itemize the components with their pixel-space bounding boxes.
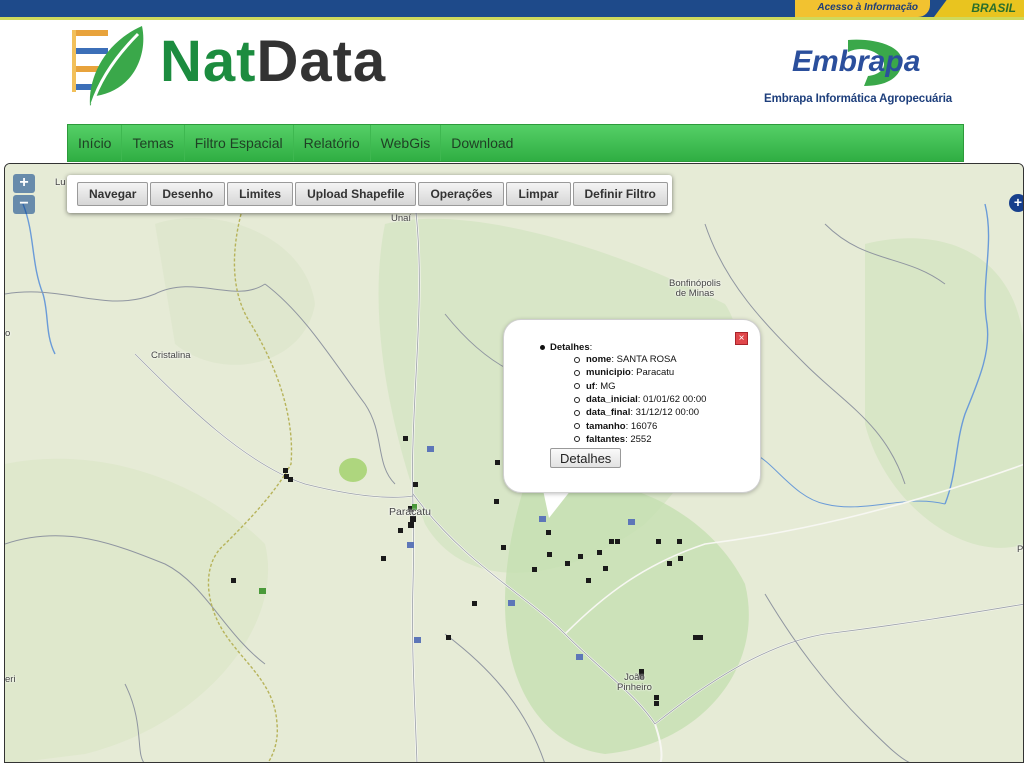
place-label-unai: Unaí — [391, 213, 412, 224]
station-popup: × Detalhes: nome: SANTA ROSA municipio: … — [503, 319, 761, 493]
field-data-inicial: data_inicial: 01/01/62 00:00 — [574, 393, 706, 406]
popup-title-colon: : — [589, 342, 593, 353]
field-key: municipio — [586, 367, 631, 379]
nav-webgis[interactable]: WebGis — [371, 125, 442, 161]
title-nat: Nat — [160, 29, 257, 94]
place-label-o: o — [5, 328, 11, 339]
acesso-informacao-link[interactable]: Acesso à Informação — [795, 0, 930, 17]
nav-relatorio[interactable]: Relatório — [294, 125, 371, 161]
main-nav: Início Temas Filtro Espacial Relatório W… — [67, 124, 964, 162]
nav-download[interactable]: Download — [441, 125, 523, 161]
popup-title-row: Detalhes: — [540, 342, 706, 353]
popup-detalhes-button[interactable]: Detalhes — [550, 448, 622, 468]
limites-button[interactable]: Limites — [227, 182, 294, 206]
natdata-title: NatData — [160, 28, 386, 95]
place-label-lu: Lu — [55, 177, 66, 188]
popup-field-list: nome: SANTA ROSA municipio: Paracatu uf:… — [574, 353, 706, 446]
place-label-joao-pinheiro: João Pinheiro — [617, 672, 652, 693]
popup-details-list: Detalhes: nome: SANTA ROSA municipio: Pa… — [540, 342, 706, 446]
place-label-bonfinopolis: Bonfinópolis de Minas — [669, 278, 721, 299]
field-key: nome — [586, 354, 612, 366]
title-data: Data — [256, 29, 387, 94]
field-municipio: municipio: Paracatu — [574, 366, 706, 379]
field-data-final: data_final: 31/12/12 00:00 — [574, 406, 706, 419]
field-nome: nome: SANTA ROSA — [574, 353, 706, 366]
field-key: tamanho — [586, 420, 626, 432]
embrapa-logo[interactable]: Embrapa — [790, 38, 930, 88]
brasil-link[interactable]: BRASIL — [934, 0, 1024, 17]
gov-top-bar: Acesso à Informação BRASIL — [0, 0, 1024, 20]
nav-temas[interactable]: Temas — [122, 125, 185, 161]
zoom-in-button[interactable]: + — [13, 174, 35, 193]
popup-close-icon[interactable]: × — [735, 332, 748, 345]
embrapa-subtitle: Embrapa Informática Agropecuária — [764, 93, 953, 105]
layer-switcher-button[interactable]: + — [1009, 194, 1023, 212]
field-uf: uf: MG — [574, 380, 706, 393]
nav-inicio[interactable]: Início — [68, 125, 123, 161]
field-tamanho: tamanho: 16076 — [574, 419, 706, 432]
zoom-out-button[interactable]: − — [13, 195, 35, 214]
place-label-p: P — [1017, 544, 1024, 555]
bullet-icon — [540, 345, 545, 350]
field-key: faltantes — [586, 433, 626, 445]
field-faltantes: faltantes: 2552 — [574, 433, 706, 446]
navegar-button[interactable]: Navegar — [77, 182, 149, 206]
field-value: 2552 — [630, 433, 652, 445]
field-key: data_final — [586, 407, 631, 419]
limpar-button[interactable]: Limpar — [506, 182, 571, 206]
field-value: 01/01/62 00:00 — [643, 394, 707, 406]
field-key: data_inicial — [586, 394, 638, 406]
map-toolbar: Navegar Desenho Limites Upload Shapefile… — [67, 175, 672, 213]
field-key: uf — [586, 380, 595, 392]
field-value: Paracatu — [636, 367, 675, 379]
field-value: MG — [600, 380, 616, 392]
field-value: 31/12/12 00:00 — [635, 407, 700, 419]
map-viewport[interactable]: Unaí Bonfinópolis de Minas Cristalina Pa… — [4, 163, 1024, 763]
place-label-eri: eri — [5, 674, 16, 685]
desenho-button[interactable]: Desenho — [150, 182, 226, 206]
place-label-cristalina: Cristalina — [151, 350, 191, 361]
nav-filtro-espacial[interactable]: Filtro Espacial — [185, 125, 294, 161]
definir-filtro-button[interactable]: Definir Filtro — [572, 182, 668, 206]
field-value: 16076 — [630, 420, 658, 432]
upload-shapefile-button[interactable]: Upload Shapefile — [295, 182, 417, 206]
popup-tail — [543, 490, 571, 518]
field-value: SANTA ROSA — [616, 354, 677, 366]
popup-title: Detalhes — [550, 342, 590, 353]
embrapa-wordmark: Embrapa — [792, 45, 920, 78]
place-label-paracatu: Paracatu — [389, 506, 432, 518]
operacoes-button[interactable]: Operações — [418, 182, 505, 206]
